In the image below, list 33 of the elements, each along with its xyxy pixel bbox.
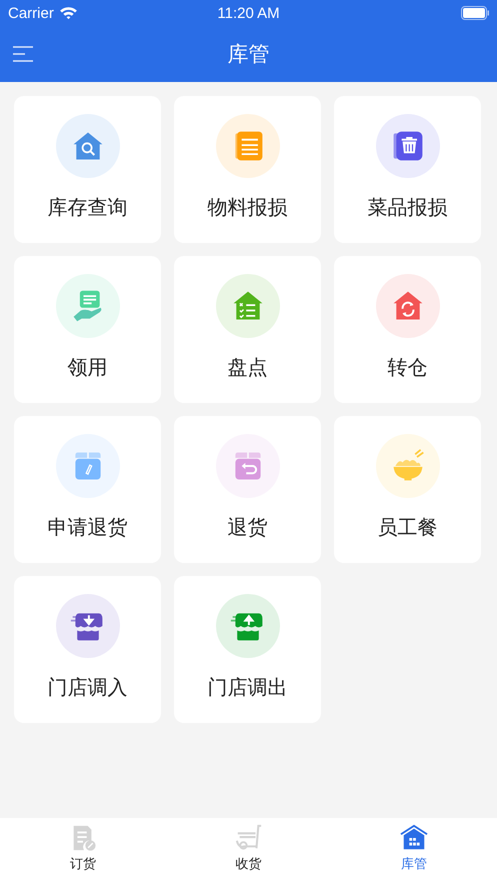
tile-label: 菜品报损 (368, 194, 448, 221)
tile-label: 门店调入 (48, 674, 128, 701)
tile-label: 领用 (68, 354, 108, 381)
menu-tile[interactable]: 库存查询 (14, 96, 161, 243)
cart-icon (234, 824, 262, 852)
tile-label: 物料报损 (208, 194, 288, 221)
battery-icon (461, 6, 490, 20)
menu-tile[interactable]: 转仓 (334, 256, 481, 403)
menu-tile[interactable]: 领用 (14, 256, 161, 403)
menu-tile[interactable]: 申请退货 (14, 416, 161, 563)
menu-tile[interactable]: 菜品报损 (334, 96, 481, 243)
page-title: 库管 (228, 42, 270, 66)
tile-label: 盘点 (228, 354, 268, 381)
warehouse-icon (400, 824, 428, 852)
tile-label: 申请退货 (48, 514, 128, 541)
menu-tile[interactable]: 退货 (174, 416, 321, 563)
tile-label: 门店调出 (208, 674, 288, 701)
tab-item[interactable]: 订货 (0, 818, 166, 883)
tab-item[interactable]: 收货 (166, 818, 332, 883)
menu-tile[interactable]: 门店调入 (14, 576, 161, 723)
carrier-name: Carrier (8, 4, 54, 22)
tile-label: 退货 (228, 514, 268, 541)
tile-label: 转仓 (388, 354, 428, 381)
tile-label: 库存查询 (48, 194, 128, 221)
tab-item[interactable]: 库管 (331, 818, 497, 883)
menu-tile[interactable]: 物料报损 (174, 96, 321, 243)
menu-tile[interactable]: 门店调出 (174, 576, 321, 723)
menu-tile[interactable]: 盘点 (174, 256, 321, 403)
wifi-icon (58, 6, 78, 20)
menu-tile[interactable]: 员工餐 (334, 416, 481, 563)
tile-label: 员工餐 (378, 514, 438, 541)
clock-time: 11:20 AM (217, 4, 280, 22)
menu-button[interactable] (12, 44, 34, 64)
